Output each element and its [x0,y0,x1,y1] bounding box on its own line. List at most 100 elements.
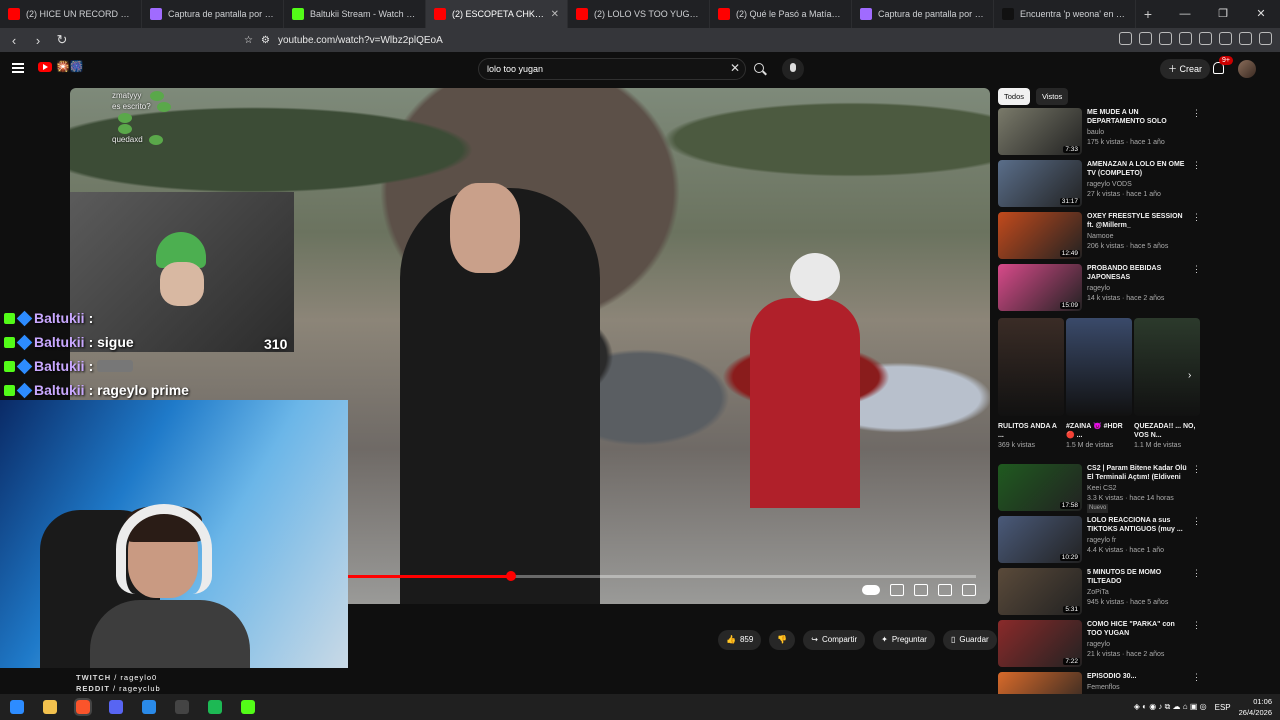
file-explorer-icon[interactable] [43,700,57,714]
video-title[interactable]: PROBANDO BEBIDAS JAPONESAS [1087,264,1187,282]
more-options-icon[interactable]: ⋮ [1192,160,1201,208]
more-options-icon[interactable]: ⋮ [1192,620,1201,668]
subtitles-icon[interactable] [890,584,904,596]
more-options-icon[interactable]: ⋮ [1192,264,1201,312]
video-thumbnail[interactable]: 15:09 [998,264,1082,311]
channel-name[interactable]: Femenflos [1087,683,1187,692]
brave-icon[interactable] [74,698,92,716]
forward-button[interactable]: › [28,33,48,48]
video-title[interactable]: LOLO REACCIONA a sus TIKTOKS ANTIGUOS (m… [1087,516,1187,534]
short-title[interactable]: QUEZADA!! ... NO, VOS N... [1134,422,1198,440]
recommended-video[interactable]: 7:22 COMO HICE "PARKA" con TOO YUGAN ragey… [998,620,1201,668]
video-thumbnail[interactable]: 17:58 [998,464,1082,511]
extension-icon[interactable] [1179,32,1192,45]
new-tab-button[interactable]: + [1136,6,1160,22]
short-title[interactable]: #ZAINA 😈 #HDR 🔴 ... [1066,422,1130,440]
menu-icon[interactable] [1259,32,1272,45]
windows-start-icon[interactable] [10,700,24,714]
minimize-button[interactable]: — [1166,0,1204,28]
search-input[interactable]: lolo too yugan [478,58,746,80]
search-icon[interactable] [754,63,764,73]
short-title[interactable]: RULITOS ANDA A ... [998,422,1062,440]
browser-tab[interactable]: Captura de pantalla por Lightshot [852,0,994,28]
dislike-button[interactable]: 👎 [769,630,796,650]
like-button[interactable]: 👍 859 [718,630,762,650]
browser-tab[interactable]: (2) ESCOPETA CHK CHK ✕ [426,0,568,28]
more-options-icon[interactable]: ⋮ [1192,212,1201,260]
recommended-video[interactable]: 12:49 OXEY FREESTYLE SESSION ft. @Millerm… [998,212,1201,260]
app-diamond-icon[interactable] [142,700,156,714]
avatar[interactable] [1238,60,1256,78]
youtube-logo-icon[interactable] [38,62,52,72]
video-thumbnail[interactable]: 10:29 [998,516,1082,563]
channel-name[interactable]: rageylo fr [1087,536,1187,545]
video-title[interactable]: ME MUDE A UN DEPARTAMENTO SOLO (ahora... [1087,108,1187,126]
channel-name[interactable]: ZoPiTa [1087,588,1187,597]
short-thumbnail[interactable] [998,318,1064,416]
discord-icon[interactable] [109,700,123,714]
clock[interactable]: 01:06 26/4/2026 [1239,696,1272,718]
maximize-button[interactable]: ❐ [1204,0,1242,28]
settings-icon[interactable] [914,584,928,596]
extension-icon[interactable] [1119,32,1132,45]
fullscreen-icon[interactable] [962,584,976,596]
channel-name[interactable]: Keei CS2 [1087,484,1187,493]
video-title[interactable]: OXEY FREESTYLE SESSION ft. @Millerm_ [1087,212,1187,230]
ask-button[interactable]: ✦ Preguntar [873,630,935,650]
autoplay-toggle[interactable] [862,585,880,595]
close-window-button[interactable]: ✕ [1242,0,1280,28]
shorts-next-button[interactable]: › [1188,370,1191,381]
create-button[interactable]: ＋ Crear [1160,59,1211,79]
channel-name[interactable]: rageylo [1087,284,1187,293]
clear-search-icon[interactable]: ✕ [730,61,740,75]
microphone-icon[interactable] [782,58,804,80]
recommended-video[interactable]: 5:31 5 MINUTOS DE MOMO TILTEADO ZoPiTa 945 … [998,568,1201,616]
miniplayer-icon[interactable] [938,584,952,596]
browser-tab[interactable]: (2) HICE UN RECORD MUNDIAL [0,0,142,28]
video-thumbnail[interactable]: 12:49 [998,212,1082,259]
video-thumbnail[interactable]: 5:31 [998,568,1082,615]
obs-icon[interactable] [175,700,189,714]
progress-bar[interactable] [348,571,976,581]
extension-icon[interactable] [1199,32,1212,45]
more-options-icon[interactable]: ⋮ [1192,464,1201,512]
more-options-icon[interactable]: ⋮ [1192,516,1201,564]
recommended-video[interactable]: 10:29 LOLO REACCIONA a sus TIKTOKS ANTIGU… [998,516,1201,564]
video-title[interactable]: 5 MINUTOS DE MOMO TILTEADO [1087,568,1187,586]
url-field[interactable]: ☆ ⚙ youtube.com/watch?v=Wlbz2plQEoA [244,30,992,50]
save-button[interactable]: ▯ Guardar [942,630,997,650]
youtube-doodle[interactable]: 🎇🎆 [56,60,83,73]
channel-name[interactable]: Namooe [1087,232,1187,241]
extension-icon[interactable] [1219,32,1232,45]
tray-icons[interactable]: ◈ ◐ ◉ ♪ ⧉ ☁ ⌂ ▣ ◎ [1134,702,1207,712]
browser-tab[interactable]: (2) LOLO VS TOO YUGAN - YouTube [568,0,710,28]
recommended-video[interactable]: 15:09 PROBANDO BEBIDAS JAPONESAS rageylo 14… [998,264,1201,312]
short-thumbnail[interactable] [1134,318,1200,416]
channel-name[interactable]: rageylo VODS [1087,180,1187,189]
share-button[interactable]: ↪ Compartir [803,630,866,650]
more-options-icon[interactable]: ⋮ [1192,108,1201,156]
site-info-icon[interactable]: ⚙ [261,35,270,46]
tab-close-icon[interactable]: ✕ [551,9,559,20]
reload-button[interactable]: ↻ [52,32,72,48]
extension-icon[interactable] [1139,32,1152,45]
more-options-icon[interactable]: ⋮ [1192,568,1201,616]
extension-icon[interactable] [1159,32,1172,45]
channel-name[interactable]: rageylo [1087,640,1187,649]
kick-icon[interactable] [241,700,255,714]
spotify-icon[interactable] [208,700,222,714]
video-title[interactable]: EPISODIO 30... [1087,672,1187,681]
back-button[interactable]: ‹ [4,33,24,48]
browser-tab[interactable]: Encuentra 'p weona' en TikTok [994,0,1136,28]
filter-chip[interactable]: Todos [998,88,1031,105]
browser-tab[interactable]: (2) Qué le Pasó a Matías Candi [710,0,852,28]
video-thumbnail[interactable]: 31:17 [998,160,1082,207]
channel-name[interactable]: baulo [1087,128,1187,137]
video-title[interactable]: AMENAZAN A LOLO EN OME TV (COMPLETO) [1087,160,1187,178]
language-indicator[interactable]: ESP [1215,703,1231,712]
video-thumbnail[interactable]: 7:33 [998,108,1082,155]
video-title[interactable]: COMO HICE "PARKA" con TOO YUGAN [1087,620,1187,638]
browser-tab[interactable]: Captura de pantalla por Lightshot [142,0,284,28]
video-title[interactable]: CS2 | Param Bitene Kadar Ölü El Terminal… [1087,464,1187,482]
bookmark-icon[interactable]: ☆ [244,35,253,46]
